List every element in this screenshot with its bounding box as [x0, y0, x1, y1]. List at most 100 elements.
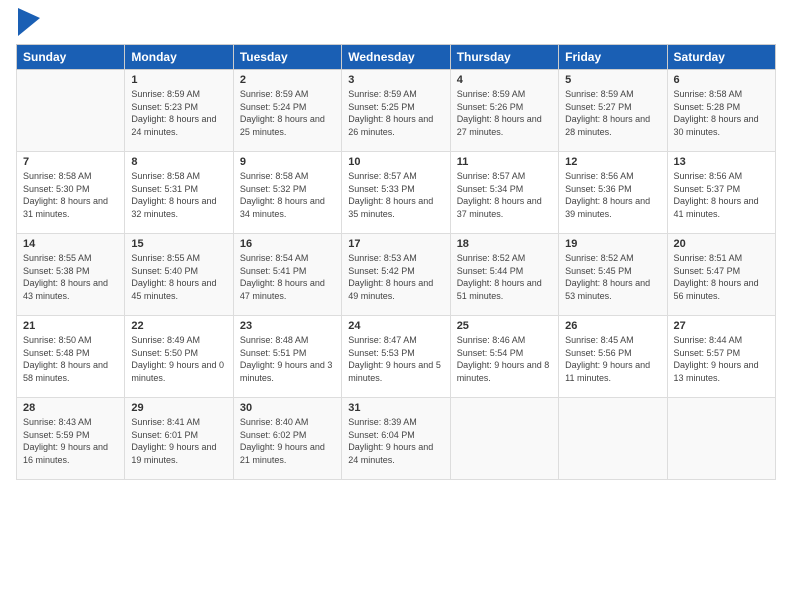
- day-cell: 16 Sunrise: 8:54 AMSunset: 5:41 PMDayligh…: [233, 234, 341, 316]
- day-number: 1: [131, 74, 226, 86]
- day-cell: 14 Sunrise: 8:55 AMSunset: 5:38 PMDayligh…: [17, 234, 125, 316]
- day-info: Sunrise: 8:47 AMSunset: 5:53 PMDaylight:…: [348, 334, 443, 384]
- day-cell: 19 Sunrise: 8:52 AMSunset: 5:45 PMDayligh…: [559, 234, 667, 316]
- day-info: Sunrise: 8:52 AMSunset: 5:44 PMDaylight:…: [457, 252, 552, 302]
- day-cell: 22 Sunrise: 8:49 AMSunset: 5:50 PMDayligh…: [125, 316, 233, 398]
- day-info: Sunrise: 8:55 AMSunset: 5:40 PMDaylight:…: [131, 252, 226, 302]
- day-info: Sunrise: 8:59 AMSunset: 5:25 PMDaylight:…: [348, 88, 443, 138]
- day-info: Sunrise: 8:39 AMSunset: 6:04 PMDaylight:…: [348, 416, 443, 466]
- day-cell: 28 Sunrise: 8:43 AMSunset: 5:59 PMDayligh…: [17, 398, 125, 480]
- week-row: 14 Sunrise: 8:55 AMSunset: 5:38 PMDayligh…: [17, 234, 776, 316]
- day-number: 8: [131, 156, 226, 168]
- day-info: Sunrise: 8:48 AMSunset: 5:51 PMDaylight:…: [240, 334, 335, 384]
- day-header: Wednesday: [342, 45, 450, 70]
- day-header: Saturday: [667, 45, 775, 70]
- day-number: 12: [565, 156, 660, 168]
- day-info: Sunrise: 8:56 AMSunset: 5:36 PMDaylight:…: [565, 170, 660, 220]
- day-number: 13: [674, 156, 769, 168]
- day-number: 14: [23, 238, 118, 250]
- day-info: Sunrise: 8:54 AMSunset: 5:41 PMDaylight:…: [240, 252, 335, 302]
- day-info: Sunrise: 8:41 AMSunset: 6:01 PMDaylight:…: [131, 416, 226, 466]
- day-cell: 25 Sunrise: 8:46 AMSunset: 5:54 PMDayligh…: [450, 316, 558, 398]
- week-row: 28 Sunrise: 8:43 AMSunset: 5:59 PMDayligh…: [17, 398, 776, 480]
- day-number: 7: [23, 156, 118, 168]
- day-info: Sunrise: 8:46 AMSunset: 5:54 PMDaylight:…: [457, 334, 552, 384]
- day-cell: 27 Sunrise: 8:44 AMSunset: 5:57 PMDayligh…: [667, 316, 775, 398]
- day-info: Sunrise: 8:59 AMSunset: 5:23 PMDaylight:…: [131, 88, 226, 138]
- day-info: Sunrise: 8:59 AMSunset: 5:27 PMDaylight:…: [565, 88, 660, 138]
- day-cell: 17Sunrise: 8:53 AMSunset: 5:42 PMDayligh…: [342, 234, 450, 316]
- day-number: 27: [674, 320, 769, 332]
- day-info: Sunrise: 8:55 AMSunset: 5:38 PMDaylight:…: [23, 252, 118, 302]
- logo-icon: [18, 8, 40, 36]
- calendar-table: SundayMondayTuesdayWednesdayThursdayFrid…: [16, 44, 776, 480]
- day-cell: [667, 398, 775, 480]
- day-number: 24: [348, 320, 443, 332]
- day-number: 23: [240, 320, 335, 332]
- day-number: 20: [674, 238, 769, 250]
- day-info: Sunrise: 8:43 AMSunset: 5:59 PMDaylight:…: [23, 416, 118, 466]
- day-cell: 31Sunrise: 8:39 AMSunset: 6:04 PMDayligh…: [342, 398, 450, 480]
- day-info: Sunrise: 8:59 AMSunset: 5:24 PMDaylight:…: [240, 88, 335, 138]
- logo: [16, 12, 40, 36]
- day-cell: 18 Sunrise: 8:52 AMSunset: 5:44 PMDayligh…: [450, 234, 558, 316]
- day-cell: 2 Sunrise: 8:59 AMSunset: 5:24 PMDaylight…: [233, 70, 341, 152]
- day-cell: 8 Sunrise: 8:58 AMSunset: 5:31 PMDaylight…: [125, 152, 233, 234]
- day-cell: 5 Sunrise: 8:59 AMSunset: 5:27 PMDaylight…: [559, 70, 667, 152]
- day-info: Sunrise: 8:57 AMSunset: 5:33 PMDaylight:…: [348, 170, 443, 220]
- day-number: 22: [131, 320, 226, 332]
- day-cell: [559, 398, 667, 480]
- day-info: Sunrise: 8:51 AMSunset: 5:47 PMDaylight:…: [674, 252, 769, 302]
- day-cell: 12 Sunrise: 8:56 AMSunset: 5:36 PMDayligh…: [559, 152, 667, 234]
- day-cell: 26 Sunrise: 8:45 AMSunset: 5:56 PMDayligh…: [559, 316, 667, 398]
- day-info: Sunrise: 8:59 AMSunset: 5:26 PMDaylight:…: [457, 88, 552, 138]
- day-info: Sunrise: 8:45 AMSunset: 5:56 PMDaylight:…: [565, 334, 660, 384]
- day-cell: 30Sunrise: 8:40 AMSunset: 6:02 PMDayligh…: [233, 398, 341, 480]
- day-number: 2: [240, 74, 335, 86]
- day-cell: [450, 398, 558, 480]
- day-cell: 3 Sunrise: 8:59 AMSunset: 5:25 PMDaylight…: [342, 70, 450, 152]
- day-cell: 6 Sunrise: 8:58 AMSunset: 5:28 PMDaylight…: [667, 70, 775, 152]
- week-row: 21 Sunrise: 8:50 AMSunset: 5:48 PMDayligh…: [17, 316, 776, 398]
- day-number: 26: [565, 320, 660, 332]
- day-info: Sunrise: 8:44 AMSunset: 5:57 PMDaylight:…: [674, 334, 769, 384]
- day-info: Sunrise: 8:57 AMSunset: 5:34 PMDaylight:…: [457, 170, 552, 220]
- day-number: 25: [457, 320, 552, 332]
- day-number: 11: [457, 156, 552, 168]
- week-row: 7 Sunrise: 8:58 AMSunset: 5:30 PMDaylight…: [17, 152, 776, 234]
- day-info: Sunrise: 8:58 AMSunset: 5:31 PMDaylight:…: [131, 170, 226, 220]
- day-info: Sunrise: 8:49 AMSunset: 5:50 PMDaylight:…: [131, 334, 226, 384]
- day-number: 28: [23, 402, 118, 414]
- day-number: 15: [131, 238, 226, 250]
- day-header: Thursday: [450, 45, 558, 70]
- day-number: 9: [240, 156, 335, 168]
- header-row: SundayMondayTuesdayWednesdayThursdayFrid…: [17, 45, 776, 70]
- day-number: 30: [240, 402, 335, 414]
- day-number: 21: [23, 320, 118, 332]
- week-row: 1 Sunrise: 8:59 AMSunset: 5:23 PMDaylight…: [17, 70, 776, 152]
- day-cell: 29 Sunrise: 8:41 AMSunset: 6:01 PMDayligh…: [125, 398, 233, 480]
- day-cell: 23 Sunrise: 8:48 AMSunset: 5:51 PMDayligh…: [233, 316, 341, 398]
- day-info: Sunrise: 8:50 AMSunset: 5:48 PMDaylight:…: [23, 334, 118, 384]
- day-info: Sunrise: 8:58 AMSunset: 5:28 PMDaylight:…: [674, 88, 769, 138]
- day-info: Sunrise: 8:58 AMSunset: 5:30 PMDaylight:…: [23, 170, 118, 220]
- day-number: 4: [457, 74, 552, 86]
- day-cell: 1 Sunrise: 8:59 AMSunset: 5:23 PMDaylight…: [125, 70, 233, 152]
- day-number: 18: [457, 238, 552, 250]
- header: [16, 12, 776, 36]
- day-header: Tuesday: [233, 45, 341, 70]
- day-cell: 24 Sunrise: 8:47 AMSunset: 5:53 PMDayligh…: [342, 316, 450, 398]
- day-number: 29: [131, 402, 226, 414]
- day-number: 10: [348, 156, 443, 168]
- day-info: Sunrise: 8:56 AMSunset: 5:37 PMDaylight:…: [674, 170, 769, 220]
- day-info: Sunrise: 8:52 AMSunset: 5:45 PMDaylight:…: [565, 252, 660, 302]
- day-cell: [17, 70, 125, 152]
- day-cell: 15 Sunrise: 8:55 AMSunset: 5:40 PMDayligh…: [125, 234, 233, 316]
- day-cell: 13 Sunrise: 8:56 AMSunset: 5:37 PMDayligh…: [667, 152, 775, 234]
- day-number: 5: [565, 74, 660, 86]
- day-number: 16: [240, 238, 335, 250]
- day-number: 17: [348, 238, 443, 250]
- day-number: 6: [674, 74, 769, 86]
- day-number: 3: [348, 74, 443, 86]
- day-number: 19: [565, 238, 660, 250]
